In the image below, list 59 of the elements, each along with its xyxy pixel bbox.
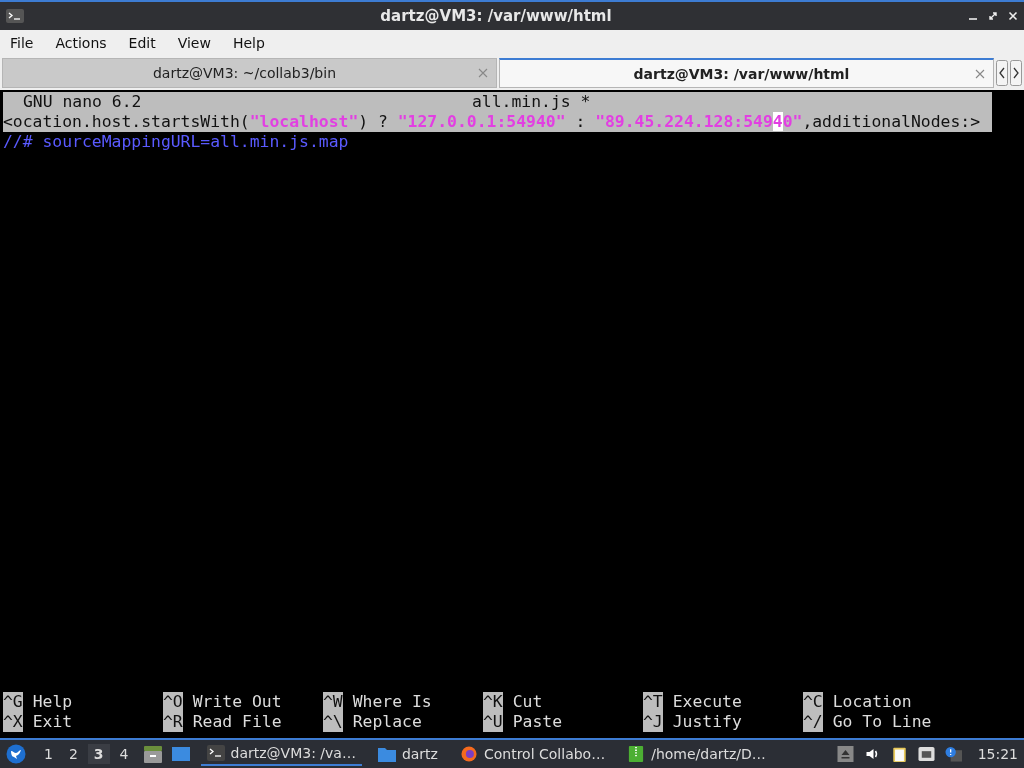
nano-version: GNU nano 6.2 <box>23 92 142 112</box>
start-menu-icon[interactable] <box>6 744 26 764</box>
notification-icon[interactable] <box>944 746 962 762</box>
shortcut-key: ^J <box>643 712 663 732</box>
shortcut-label: Where Is <box>352 692 432 712</box>
shortcut-key: ^K <box>483 692 503 712</box>
menu-item[interactable]: Actions <box>47 33 115 53</box>
workspace-button[interactable]: 3 <box>87 744 110 764</box>
eject-icon[interactable] <box>836 746 854 762</box>
taskbar-button[interactable]: dartz@VM3: /va… <box>200 742 362 766</box>
shortcut-label: Location <box>832 692 912 712</box>
taskbar-button[interactable]: Control Collabo… <box>453 742 612 766</box>
terminal-tab[interactable]: dartz@VM3: /var/www/html <box>499 58 994 88</box>
shortcut-key: ^T <box>643 692 663 712</box>
menu-item[interactable]: View <box>169 33 219 53</box>
shortcut-label: Write Out <box>192 692 282 712</box>
shortcut-key: ^\ <box>323 712 343 732</box>
terminal-icon <box>206 745 225 761</box>
window-title: dartz@VM3: /var/www/html <box>379 7 613 25</box>
shortcut-key: ^O <box>163 692 183 712</box>
file-cabinet-icon[interactable] <box>142 744 163 764</box>
shortcut-key: ^/ <box>803 712 823 732</box>
menu-item[interactable]: File <box>2 33 42 53</box>
terminal-icon <box>6 9 24 23</box>
archive-icon <box>627 746 646 762</box>
workspace-button[interactable]: 4 <box>113 744 135 764</box>
taskbar-button[interactable]: dartz <box>371 742 444 766</box>
shortcut-label: Exit <box>32 712 73 732</box>
shortcut-label: Justify <box>672 712 742 732</box>
shortcut-key: ^G <box>3 692 23 712</box>
shortcut-label: Paste <box>512 712 563 732</box>
chevron-right-icon[interactable] <box>1010 60 1022 86</box>
clipboard-icon[interactable] <box>890 746 908 762</box>
file-name: all.min.js * <box>472 92 591 112</box>
shortcut-key: ^C <box>803 692 823 712</box>
workspace-button[interactable]: 2 <box>62 744 84 764</box>
shortcut-label: Help <box>32 692 73 712</box>
shortcut-label: Replace <box>352 712 422 732</box>
network-icon[interactable] <box>917 746 935 762</box>
chevron-left-icon[interactable] <box>996 60 1008 86</box>
shortcut-label: Go To Line <box>832 712 932 732</box>
desktop-icon[interactable] <box>170 744 191 764</box>
clock: 15:21 <box>977 746 1018 762</box>
shortcut-key: ^X <box>3 712 23 732</box>
shortcut-label: Read File <box>192 712 282 732</box>
shortcut-label: Execute <box>672 692 742 712</box>
code-line: //# sourceMappingURL=all.min.js.map <box>3 132 350 152</box>
browser-icon <box>459 746 478 762</box>
menu-item[interactable]: Help <box>224 33 273 53</box>
taskbar-button[interactable]: /home/dartz/D… <box>621 742 772 766</box>
maximize-icon[interactable] <box>988 11 998 21</box>
terminal-tab[interactable]: dartz@VM3: ~/collab3/bin <box>2 58 497 88</box>
shortcut-key: ^U <box>483 712 503 732</box>
shortcut-key: ^R <box>163 712 183 732</box>
workspace-button[interactable]: 1 <box>38 744 59 764</box>
folder-icon <box>377 746 396 762</box>
shortcut-label: Cut <box>512 692 543 712</box>
shortcut-key: ^W <box>323 692 343 712</box>
menu-item[interactable]: Edit <box>120 33 164 53</box>
